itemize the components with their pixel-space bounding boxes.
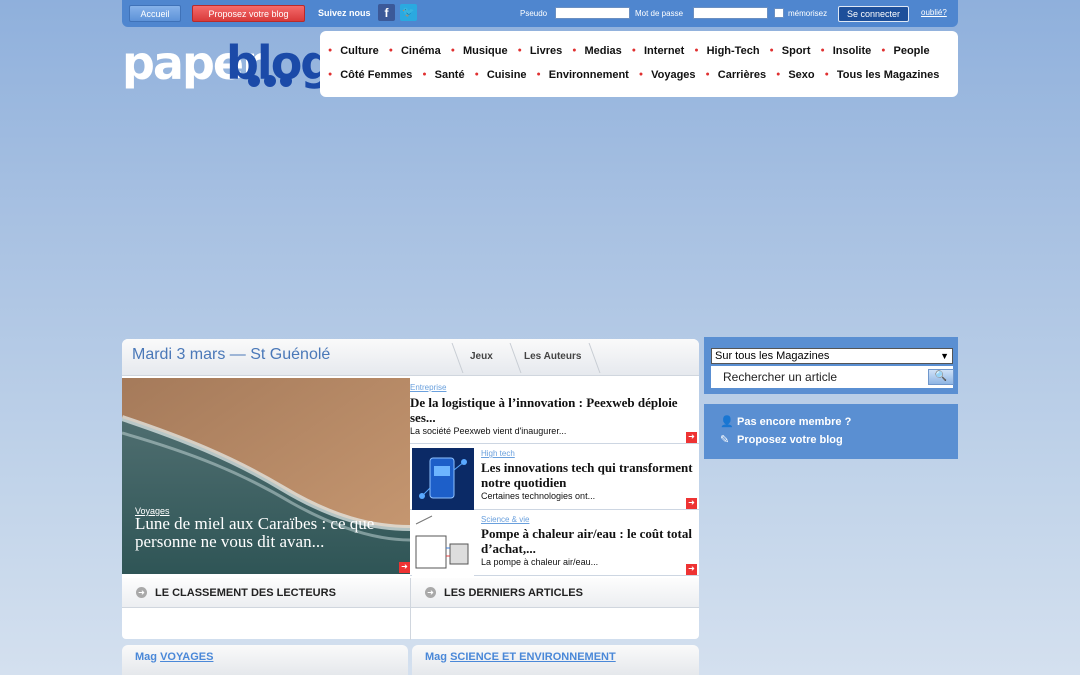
date-text: Mardi 3 mars — St Guénolé [132, 346, 331, 363]
twitter-icon[interactable]: 🐦 [400, 4, 417, 21]
nav-item[interactable]: Cinéma [389, 45, 441, 57]
featured-title[interactable]: Lune de miel aux Caraïbes : ce que perso… [135, 515, 405, 551]
facebook-icon[interactable]: f [378, 4, 395, 21]
password-input[interactable] [693, 7, 768, 19]
article-title[interactable]: Pompe à chaleur air/eau : le coût total … [481, 526, 696, 556]
tab-separator [588, 343, 601, 373]
follow-label: Suivez nous [318, 8, 371, 18]
article-summary: La pompe à chaleur air/eau... [481, 557, 599, 567]
tab-auteurs[interactable]: Les Auteurs [524, 351, 581, 362]
search-icon: 🔍 [934, 371, 948, 382]
nav-item[interactable]: Insolite [821, 45, 872, 57]
category-nav: Culture Cinéma Musique Livres Medias Internet… [320, 31, 958, 97]
nav-item[interactable]: People [881, 45, 930, 57]
logo-dot [264, 75, 276, 87]
nav-item[interactable]: High-Tech [694, 45, 760, 57]
article-summary: La société Peexweb vient d'inaugurer... [410, 426, 567, 436]
paperblog-logo[interactable]: paper blog [122, 34, 333, 94]
date-header: Mardi 3 mars — St Guénolé Jeux Les Auteu… [122, 339, 699, 376]
arrow-right-icon: ➜ [425, 587, 436, 598]
search-button[interactable]: 🔍 [928, 369, 954, 385]
nav-item[interactable]: Carrières [706, 69, 766, 81]
search-input[interactable]: Rechercher un article 🔍 [711, 366, 954, 388]
read-more-arrow-icon[interactable]: ➜ [686, 432, 697, 443]
article-category[interactable]: Entreprise [410, 383, 446, 392]
member-box: 👤 Pas encore membre ? ✎ Proposez votre b… [704, 404, 958, 459]
logo-dot [248, 75, 260, 87]
mag-prefix: Mag [135, 651, 157, 663]
pseudo-label: Pseudo [520, 9, 548, 18]
section-title[interactable]: LES DERNIERS ARTICLES [444, 587, 583, 599]
arrow-right-icon: ➜ [136, 587, 147, 598]
signup-link[interactable]: Pas encore membre ? [737, 416, 851, 428]
password-label: Mot de passe [635, 9, 684, 18]
magazine-select[interactable]: Sur tous les Magazines ▼ [711, 348, 953, 364]
pseudo-input[interactable] [555, 7, 630, 19]
read-more-arrow-icon[interactable]: ➜ [686, 498, 697, 509]
section-divider [410, 578, 411, 640]
tab-separator [509, 343, 522, 373]
article-thumbnail [412, 514, 474, 576]
logo-dot [280, 75, 292, 87]
chevron-down-icon: ▼ [940, 351, 949, 361]
nav-item[interactable]: Musique [451, 45, 508, 57]
search-placeholder: Rechercher un article [723, 370, 838, 384]
article-category[interactable]: High tech [481, 449, 515, 458]
logo-blog-text: blog [226, 36, 333, 90]
section-title[interactable]: LE CLASSEMENT DES LECTEURS [155, 587, 336, 599]
nav-row-2: Côté Femmes Santé Cuisine Environnement Voya… [328, 69, 949, 83]
user-icon: 👤 [720, 416, 734, 428]
select-value: Sur tous les Magazines [715, 350, 830, 362]
article-item[interactable]: Science & vie Pompe à chaleur air/eau : … [410, 510, 699, 576]
nav-item[interactable]: Voyages [639, 69, 695, 81]
remember-checkbox[interactable] [774, 8, 784, 18]
nav-item[interactable]: Côté Femmes [328, 69, 412, 81]
nav-item[interactable]: Medias [572, 45, 621, 57]
nav-row-1: Culture Cinéma Musique Livres Medias Internet… [328, 45, 940, 59]
tab-jeux[interactable]: Jeux [470, 351, 493, 362]
mag-header-voyages: Mag VOYAGES [122, 645, 408, 675]
nav-item[interactable]: Cuisine [475, 69, 527, 81]
mag-link[interactable]: SCIENCE ET ENVIRONNEMENT [450, 651, 616, 663]
search-box: Sur tous les Magazines ▼ Rechercher un a… [704, 337, 958, 394]
article-title[interactable]: Les innovations tech qui transforment no… [481, 460, 696, 490]
nav-item[interactable]: Sexo [776, 69, 814, 81]
mag-prefix: Mag [425, 651, 447, 663]
article-item[interactable]: High tech Les innovations tech qui trans… [410, 444, 699, 510]
article-thumbnail [412, 448, 474, 510]
mag-title[interactable]: Mag SCIENCE ET ENVIRONNEMENT [425, 651, 616, 663]
nav-item[interactable]: Sport [770, 45, 811, 57]
article-title[interactable]: De la logistique à l’innovation : Peexwe… [410, 395, 695, 425]
nav-item[interactable]: Santé [422, 69, 465, 81]
remember-label: mémorisez [788, 9, 828, 18]
nav-item[interactable]: Environnement [537, 69, 629, 81]
forgot-password-link[interactable]: oublié? [921, 8, 947, 17]
article-category[interactable]: Science & vie [481, 515, 529, 524]
nav-item[interactable]: Livres [518, 45, 562, 57]
mag-header-science: Mag SCIENCE ET ENVIRONNEMENT [412, 645, 699, 675]
nav-item[interactable]: Culture [328, 45, 379, 57]
section-header-classement[interactable]: ➜ LE CLASSEMENT DES LECTEURS [122, 578, 410, 608]
propose-blog-button[interactable]: Proposez votre blog [192, 5, 305, 22]
nav-item[interactable]: Tous les Magazines [825, 69, 940, 81]
nav-item[interactable]: Internet [632, 45, 684, 57]
article-item[interactable]: Entreprise De la logistique à l’innovati… [410, 378, 699, 444]
featured-article[interactable]: Voyages Lune de miel aux Caraïbes : ce q… [122, 378, 410, 574]
top-bar: Accueil Proposez votre blog Suivez nous … [122, 0, 958, 27]
tab-separator [451, 343, 464, 373]
accueil-button[interactable]: Accueil [129, 5, 181, 22]
mag-link[interactable]: VOYAGES [160, 651, 213, 663]
propose-blog-link[interactable]: Proposez votre blog [737, 434, 843, 446]
article-summary: Certaines technologies ont... [481, 491, 596, 501]
mag-title[interactable]: Mag VOYAGES [135, 651, 213, 663]
section-header-derniers[interactable]: ➜ LES DERNIERS ARTICLES [411, 578, 699, 608]
read-more-arrow-icon[interactable]: ➜ [686, 564, 697, 575]
read-more-arrow-icon[interactable]: ➜ [399, 562, 410, 573]
pencil-icon: ✎ [720, 434, 730, 446]
login-button[interactable]: Se connecter [838, 6, 909, 22]
